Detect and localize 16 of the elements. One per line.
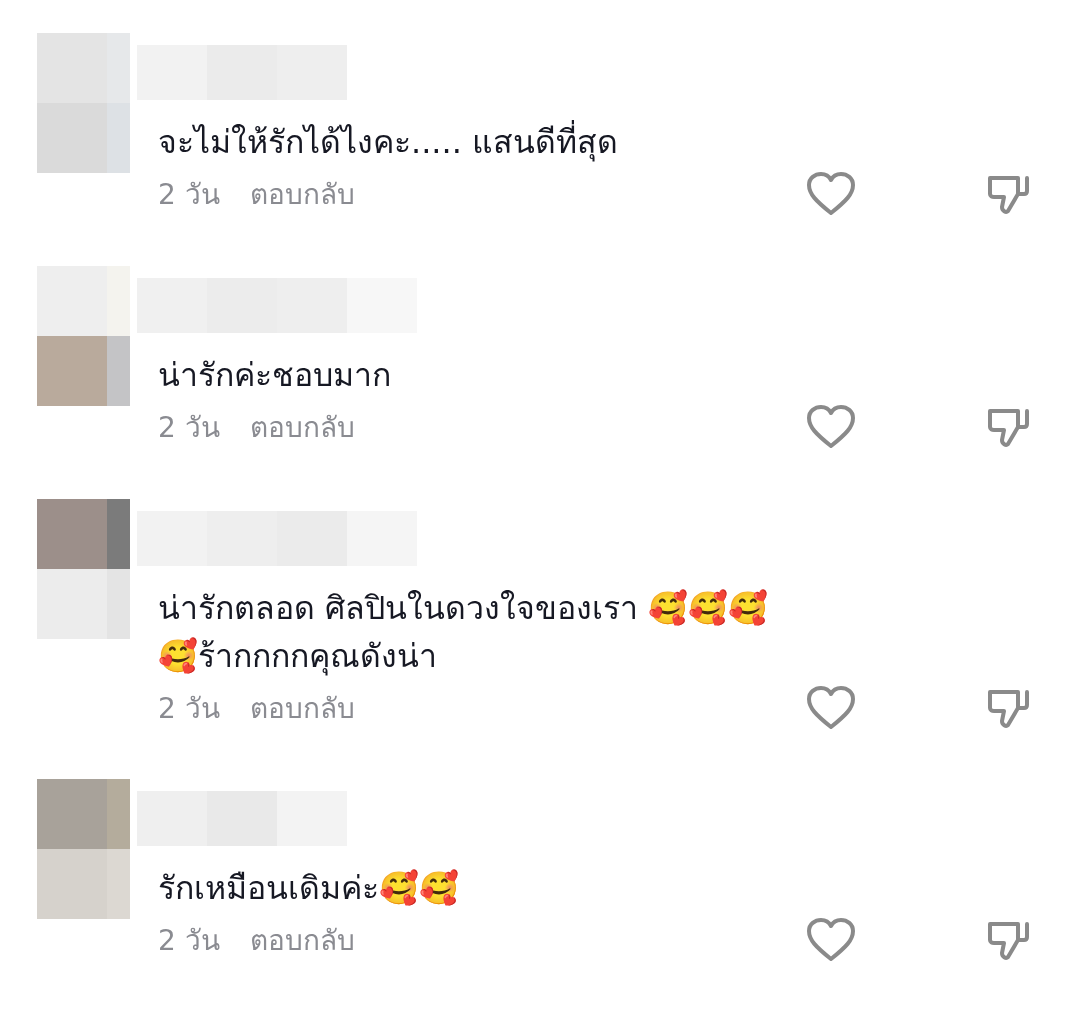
like-icon[interactable]: [806, 172, 856, 216]
reply-button[interactable]: ตอบกลับ: [249, 918, 355, 962]
comment-text: น่ารักค่ะชอบมาก: [158, 355, 392, 396]
like-icon[interactable]: [806, 405, 856, 449]
like-icon[interactable]: [806, 686, 856, 730]
comment-time: 2 วัน: [158, 410, 220, 446]
comment-time: 2 วัน: [158, 691, 220, 727]
comment-time: 2 วัน: [158, 923, 220, 959]
comment-text: น่ารักตลอด ศิลปินในดวงใจของเรา 🥰🥰🥰 🥰ร้ากกกกคุณดังน่า: [158, 588, 770, 678]
like-icon[interactable]: [806, 918, 856, 962]
comment-time: 2 วัน: [158, 177, 220, 213]
comment-text: รักเหมือนเดิมค่ะ🥰🥰: [158, 868, 460, 909]
reply-button[interactable]: ตอบกลับ: [249, 686, 355, 730]
reply-button[interactable]: ตอบกลับ: [249, 405, 355, 449]
reply-button[interactable]: ตอบกลับ: [249, 172, 355, 216]
comment-text: จะไม่ให้รักได้ไงคะ..... แสนดีที่สุด: [158, 118, 1030, 166]
